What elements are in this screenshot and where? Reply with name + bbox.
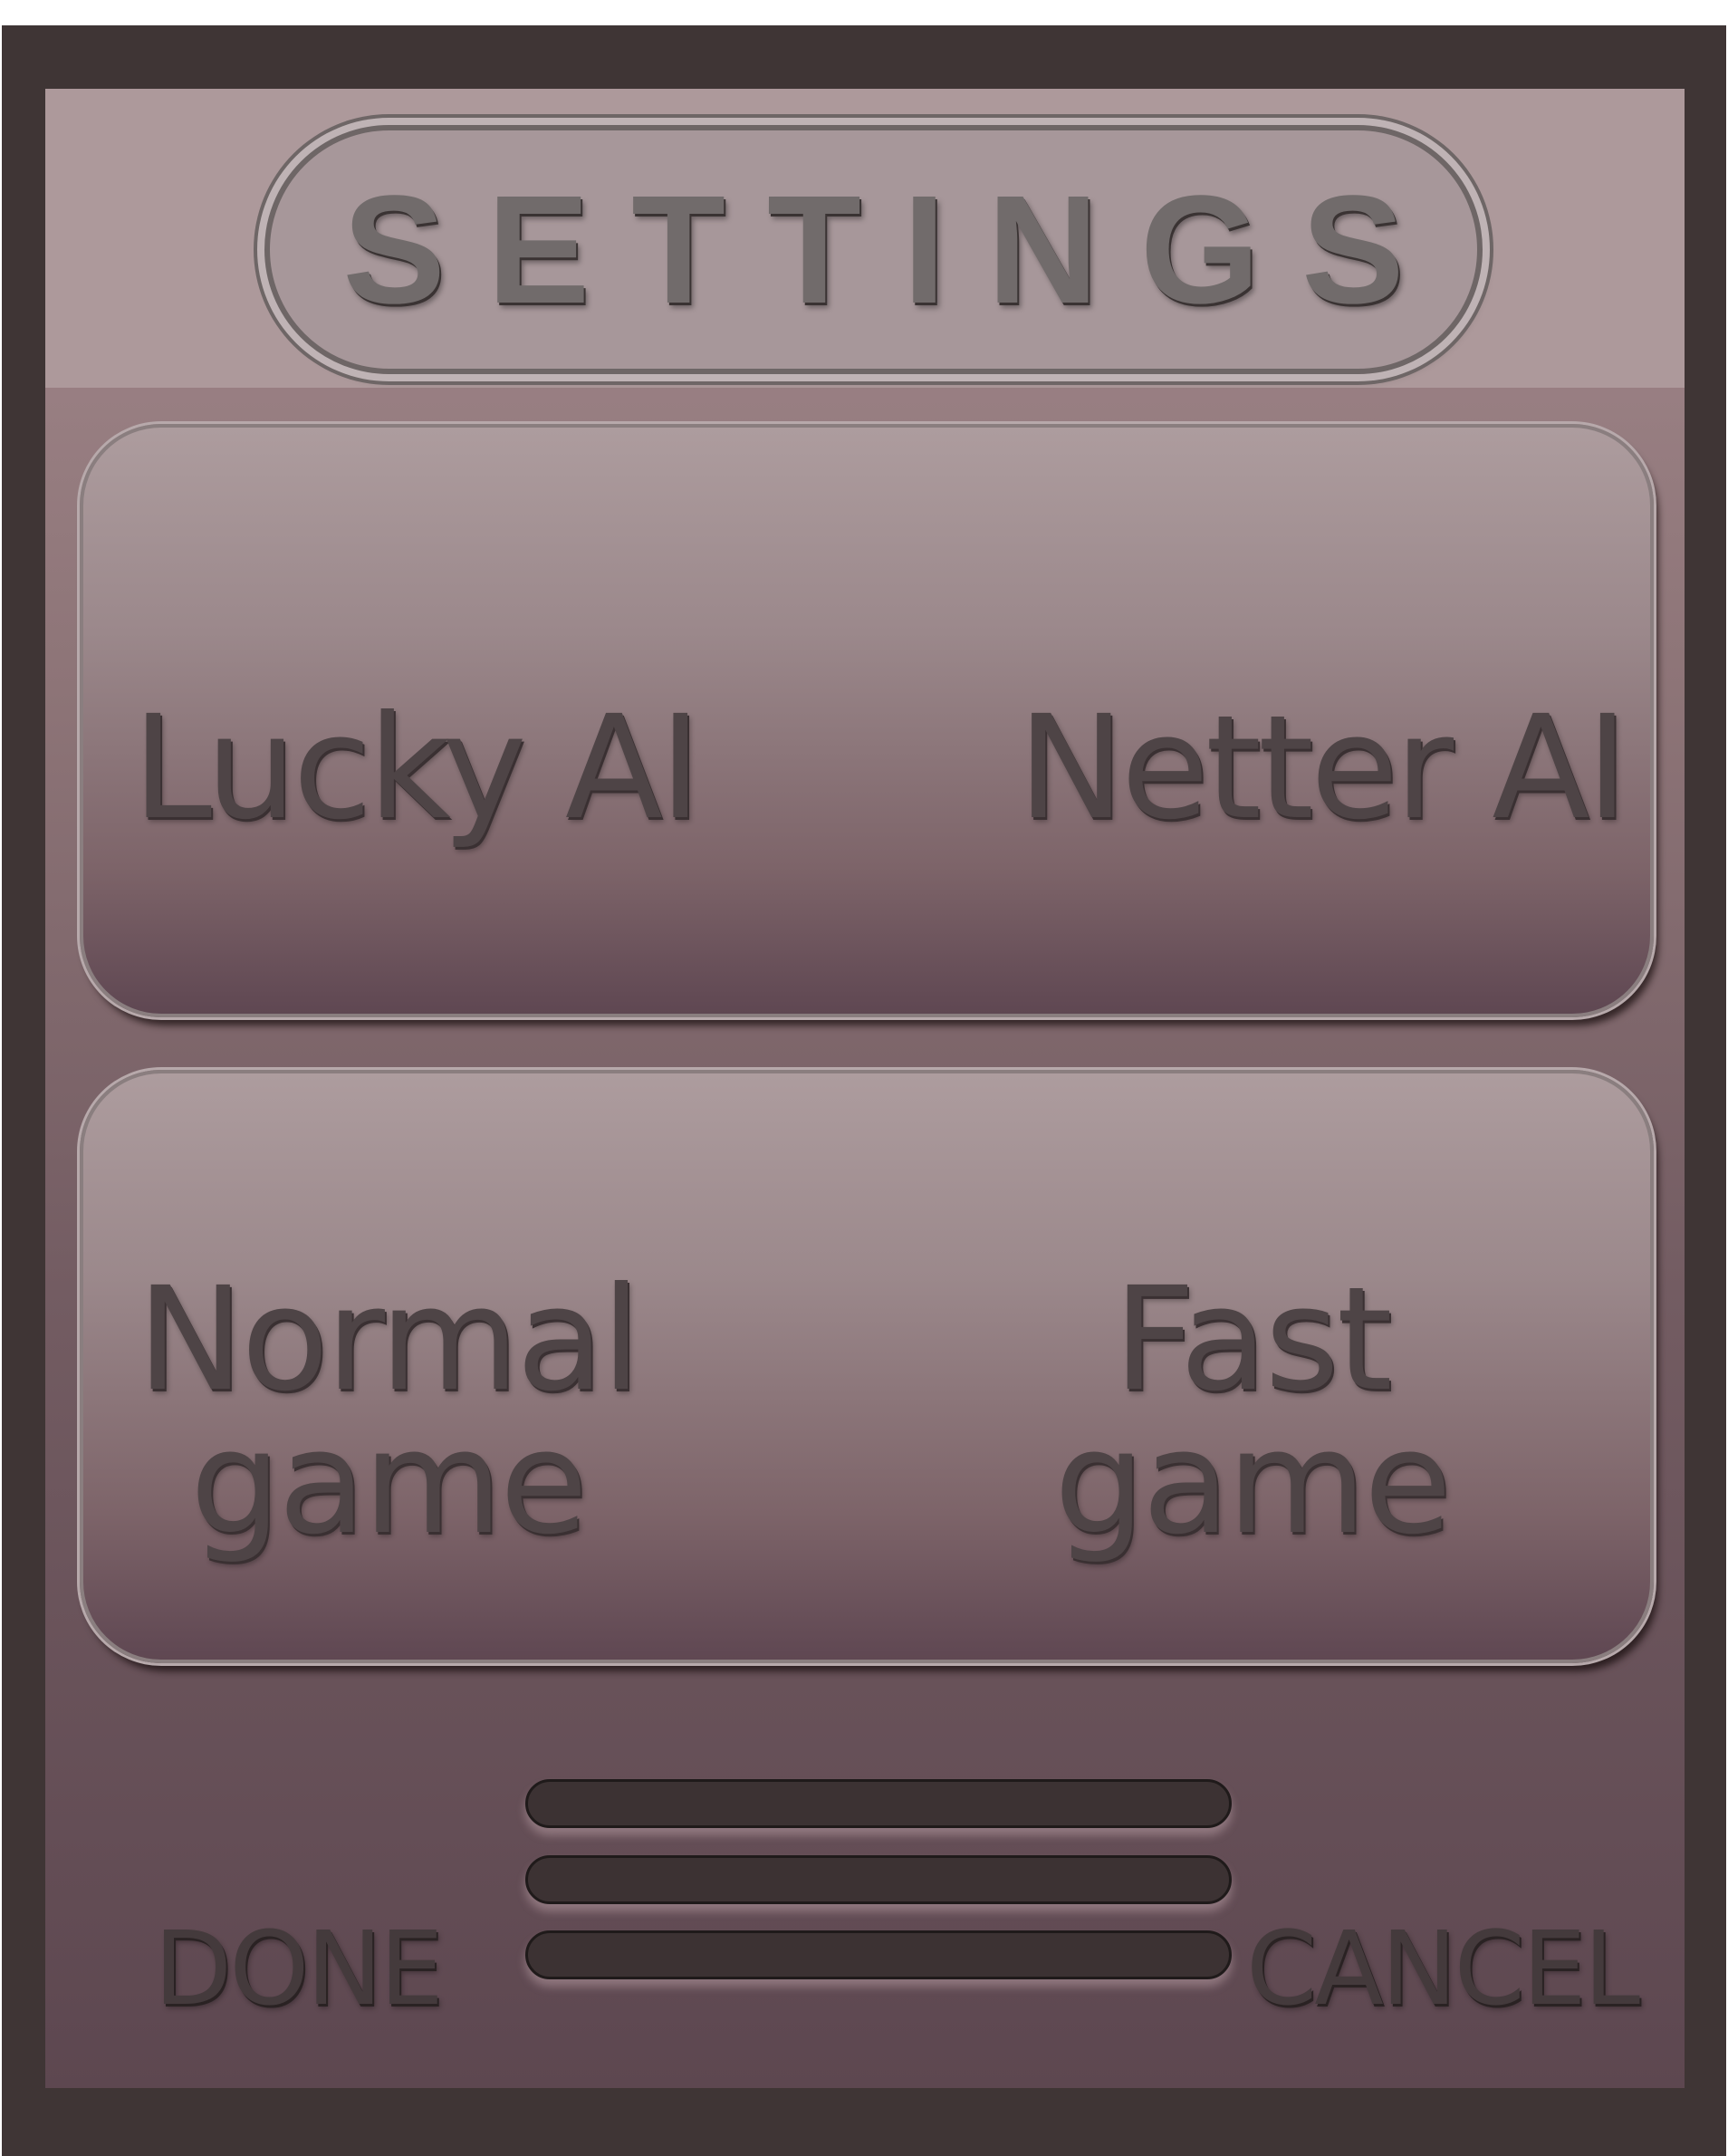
page-title: SETTINGS: [342, 163, 1446, 336]
game-speed-panel: Normal game Fast game: [80, 1070, 1654, 1663]
cancel-button[interactable]: CANCEL: [1246, 1919, 1640, 2020]
device-frame: SETTINGS Lucky AI Netter AI Normal game …: [2, 25, 1726, 2156]
menu-bar-middle: [525, 1855, 1232, 1904]
settings-screen: SETTINGS Lucky AI Netter AI Normal game …: [45, 89, 1685, 2088]
netter-ai-option[interactable]: Netter AI: [1018, 689, 1628, 848]
title-banner: SETTINGS: [264, 125, 1483, 374]
fast-game-option[interactable]: Fast game: [1025, 1268, 1478, 1554]
menu-bar-bottom: [525, 1930, 1232, 1979]
normal-game-label-line2: game: [189, 1400, 588, 1566]
menu-bar-top: [525, 1779, 1232, 1828]
fast-game-label-line1: Fast: [1113, 1256, 1392, 1423]
fast-game-label-line2: game: [1053, 1400, 1452, 1566]
done-button[interactable]: DONE: [154, 1919, 444, 2020]
normal-game-option[interactable]: Normal game: [134, 1268, 641, 1554]
normal-game-label-line1: Normal: [137, 1256, 641, 1423]
lucky-ai-option[interactable]: Lucky AI: [132, 689, 702, 848]
ai-mode-panel: Lucky AI Netter AI: [80, 424, 1654, 1017]
